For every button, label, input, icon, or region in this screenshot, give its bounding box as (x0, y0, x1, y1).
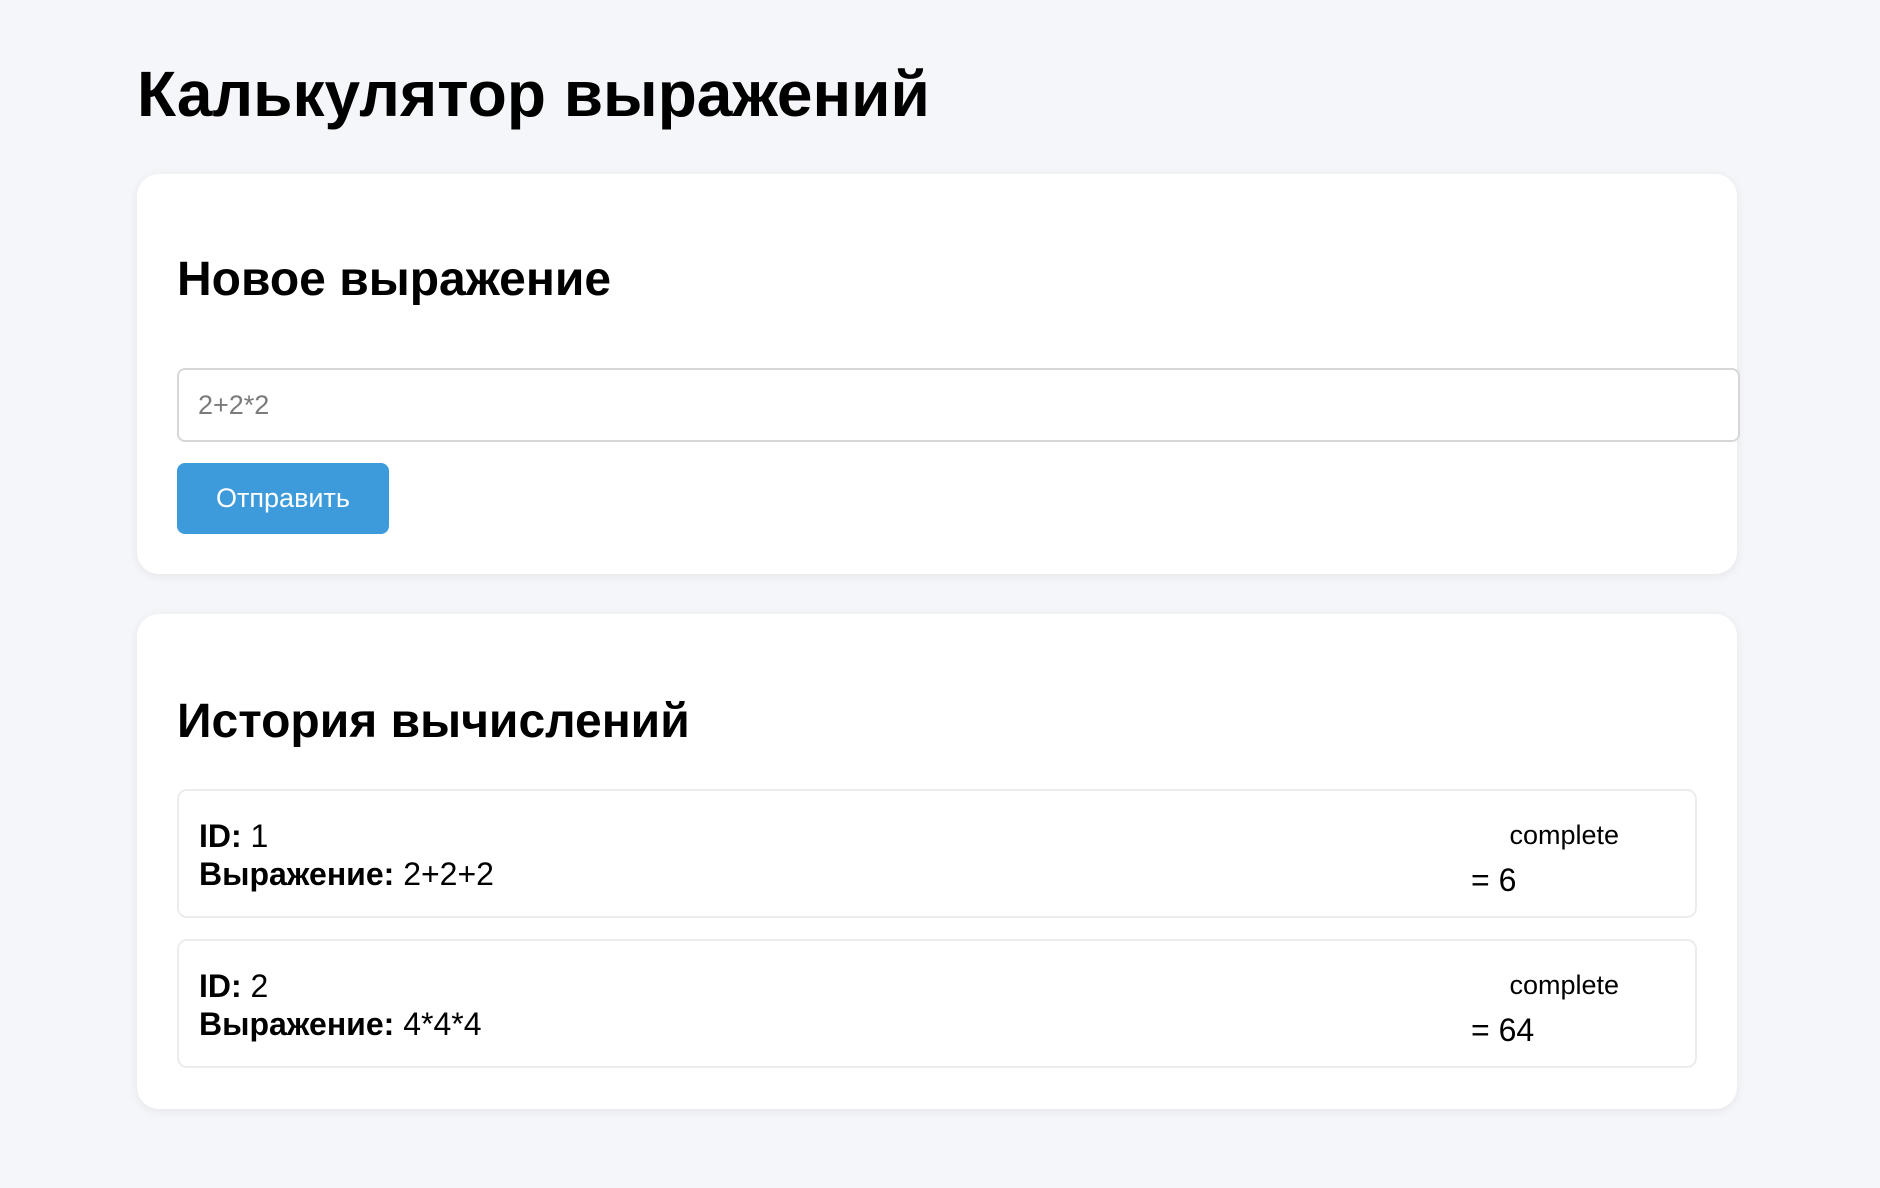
id-label: ID: (199, 818, 242, 854)
history-card: История вычислений ID: 1 Выражение: 2+2+… (137, 614, 1737, 1109)
history-list: ID: 1 Выражение: 2+2+2 complete = 6 ID: … (177, 789, 1697, 1089)
id-label: ID: (199, 968, 242, 1004)
submit-button[interactable]: Отправить (177, 463, 389, 534)
new-expression-title: Новое выражение (177, 253, 612, 306)
expression-label: Выражение: (199, 856, 395, 892)
history-result: = 6 (1471, 862, 1517, 898)
history-result: = 64 (1471, 1012, 1535, 1048)
status-badge: complete (1509, 970, 1619, 1000)
history-item-info: ID: 2 Выражение: 4*4*4 (199, 967, 481, 1043)
history-id-value: 1 (250, 818, 269, 854)
history-id-line: ID: 2 (199, 967, 481, 1005)
history-title: История вычислений (177, 695, 690, 748)
history-id-value: 2 (250, 968, 269, 1004)
history-expression-value: 2+2+2 (403, 856, 494, 892)
expression-label: Выражение: (199, 1006, 395, 1042)
history-item: ID: 1 Выражение: 2+2+2 complete = 6 (177, 789, 1697, 918)
expression-input[interactable] (177, 368, 1740, 442)
status-badge: complete (1509, 820, 1619, 850)
history-item: ID: 2 Выражение: 4*4*4 complete = 64 (177, 939, 1697, 1068)
history-expression-line: Выражение: 4*4*4 (199, 1005, 481, 1043)
new-expression-card: Новое выражение Отправить (137, 174, 1740, 574)
history-id-line: ID: 1 (199, 817, 494, 855)
page-title: Калькулятор выражений (137, 58, 930, 130)
history-item-info: ID: 1 Выражение: 2+2+2 (199, 817, 494, 893)
history-expression-line: Выражение: 2+2+2 (199, 855, 494, 893)
history-expression-value: 4*4*4 (403, 1006, 482, 1042)
